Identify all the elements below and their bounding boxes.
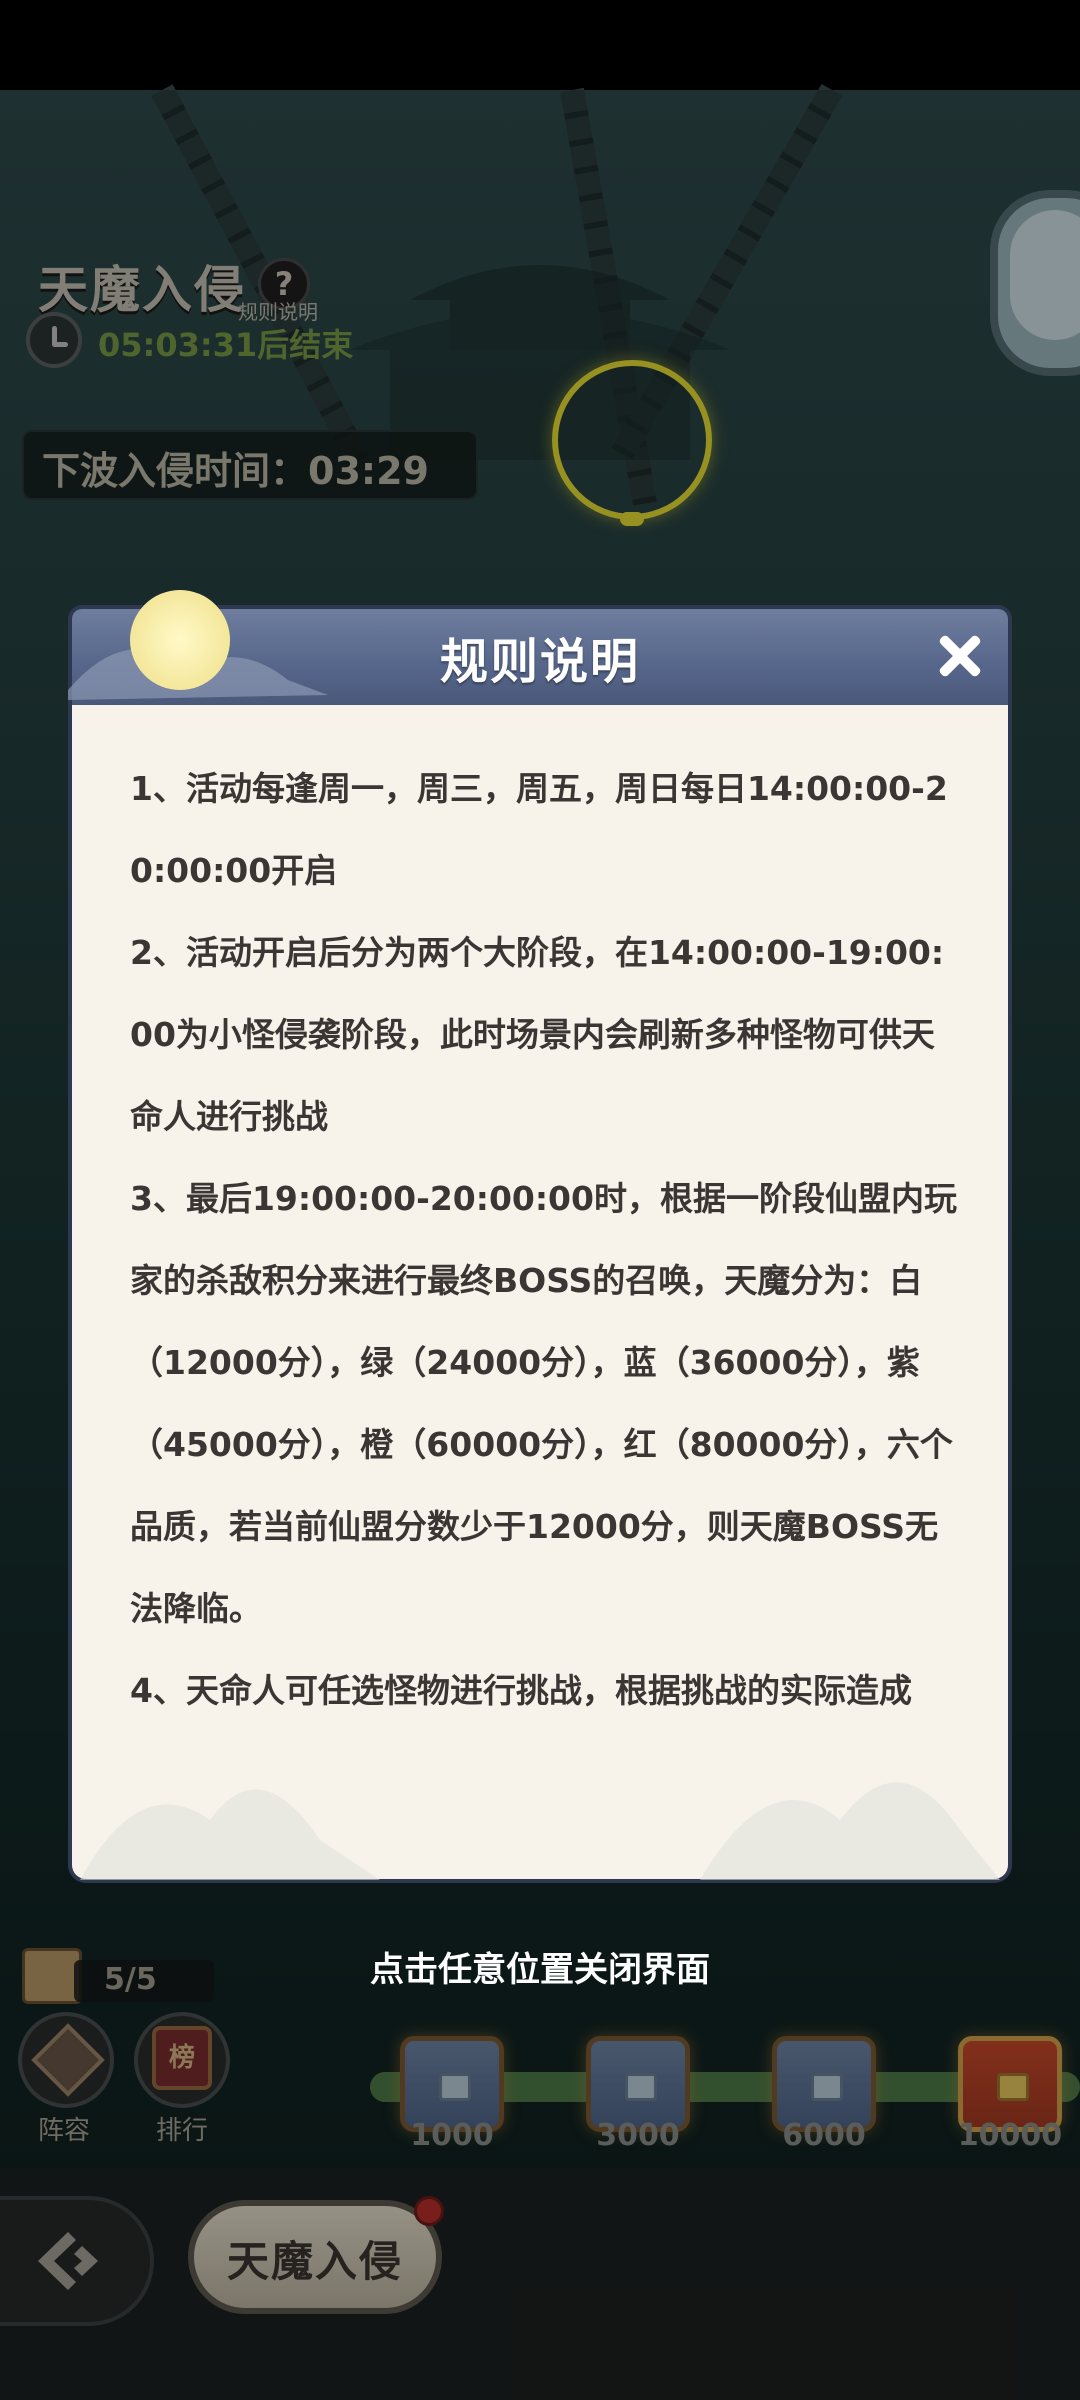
- rule-item: 1、活动每逢周一，周三，周五，周日每日14:00:00-20:00:00开启: [130, 769, 948, 890]
- moon-decoration: [130, 590, 230, 690]
- close-icon[interactable]: [930, 626, 990, 686]
- rule-item: 4、天命人可任选怪物进行挑战，根据挑战的实际造成: [130, 1671, 912, 1710]
- rule-item: 2、活动开启后分为两个大阶段，在14:00:00-19:00:00为小怪侵袭阶段…: [130, 933, 945, 1136]
- status-bar: [0, 0, 1080, 90]
- close-hint[interactable]: 点击任意位置关闭界面: [0, 1942, 1080, 1991]
- mountain-watermark: [80, 1782, 1000, 1880]
- rule-item: 3、最后19:00:00-20:00:00时，根据一阶段仙盟内玩家的杀敌积分来进…: [130, 1179, 957, 1628]
- dialog-title: 规则说明: [439, 634, 640, 690]
- rules-text: 1、活动每逢周一，周三，周五，周日每日14:00:00-20:00:00开启 2…: [130, 748, 960, 1732]
